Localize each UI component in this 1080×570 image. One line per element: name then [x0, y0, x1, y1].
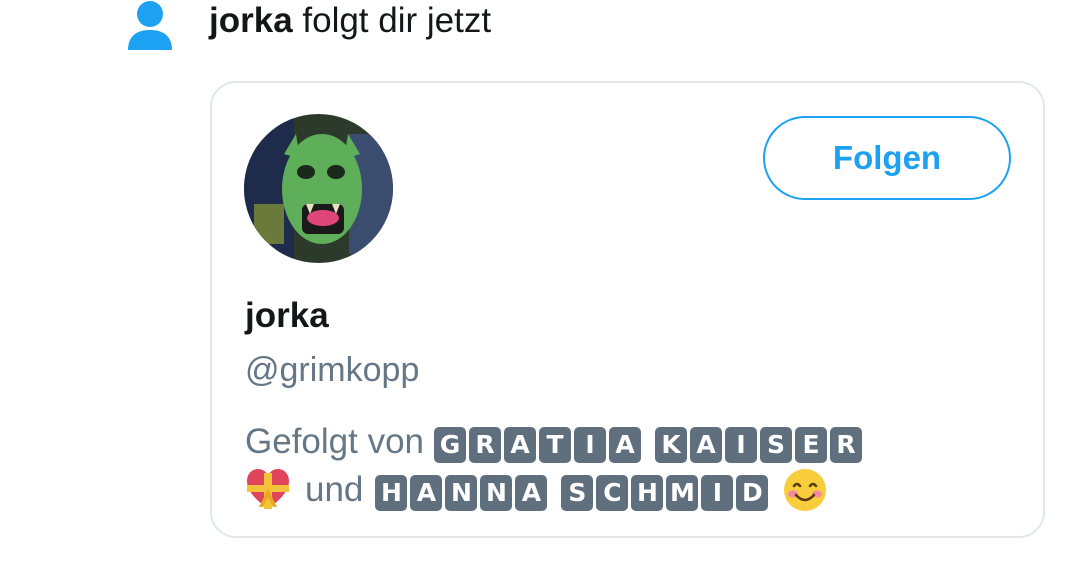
- letter-box: S: [561, 475, 594, 511]
- letter-box: A: [690, 427, 722, 463]
- followed-by-name-2[interactable]: HANNASCHMID: [375, 466, 769, 514]
- boxed-word: HANNA: [375, 475, 548, 511]
- profile-name[interactable]: jorka: [245, 294, 329, 338]
- letter-box: D: [736, 475, 769, 511]
- letter-box: R: [469, 427, 501, 463]
- profile-handle: @grimkopp: [245, 351, 420, 389]
- letter-box: T: [539, 427, 571, 463]
- follow-button[interactable]: Folgen: [763, 116, 1011, 200]
- letter-box: N: [480, 475, 513, 511]
- boxed-word: SCHMID: [561, 475, 769, 511]
- notification-user[interactable]: jorka: [209, 1, 293, 40]
- letter-box: A: [504, 427, 536, 463]
- followed-by-name-1[interactable]: GRATIAKAISER: [434, 418, 862, 466]
- smiling-face-icon: [784, 469, 827, 511]
- letter-box: G: [434, 427, 466, 463]
- letter-box: R: [830, 427, 862, 463]
- letter-box: H: [631, 475, 664, 511]
- letter-box: C: [596, 475, 629, 511]
- letter-box: A: [410, 475, 443, 511]
- avatar[interactable]: [244, 114, 393, 263]
- followed-by-text: Gefolgt von GRATIAKAISER und HANNASCHMID: [245, 418, 1025, 514]
- letter-box: I: [574, 427, 606, 463]
- letter-box: A: [515, 475, 548, 511]
- conjunction: und: [305, 470, 364, 509]
- letter-box: A: [609, 427, 641, 463]
- notification-action: folgt dir jetzt: [292, 1, 492, 40]
- followed-prefix: Gefolgt von: [245, 422, 424, 461]
- boxed-word: KAISER: [655, 427, 862, 463]
- letter-box: H: [375, 475, 408, 511]
- letter-box: S: [760, 427, 792, 463]
- letter-box: M: [666, 475, 699, 511]
- letter-box: I: [701, 475, 734, 511]
- heart-with-ribbon-icon: [247, 469, 289, 509]
- letter-box: I: [725, 427, 757, 463]
- notification-text: jorka folgt dir jetzt: [209, 0, 491, 42]
- letter-box: E: [795, 427, 827, 463]
- letter-box: N: [445, 475, 478, 511]
- letter-box: K: [655, 427, 687, 463]
- person-icon: [128, 1, 172, 50]
- boxed-word: GRATIA: [434, 427, 641, 463]
